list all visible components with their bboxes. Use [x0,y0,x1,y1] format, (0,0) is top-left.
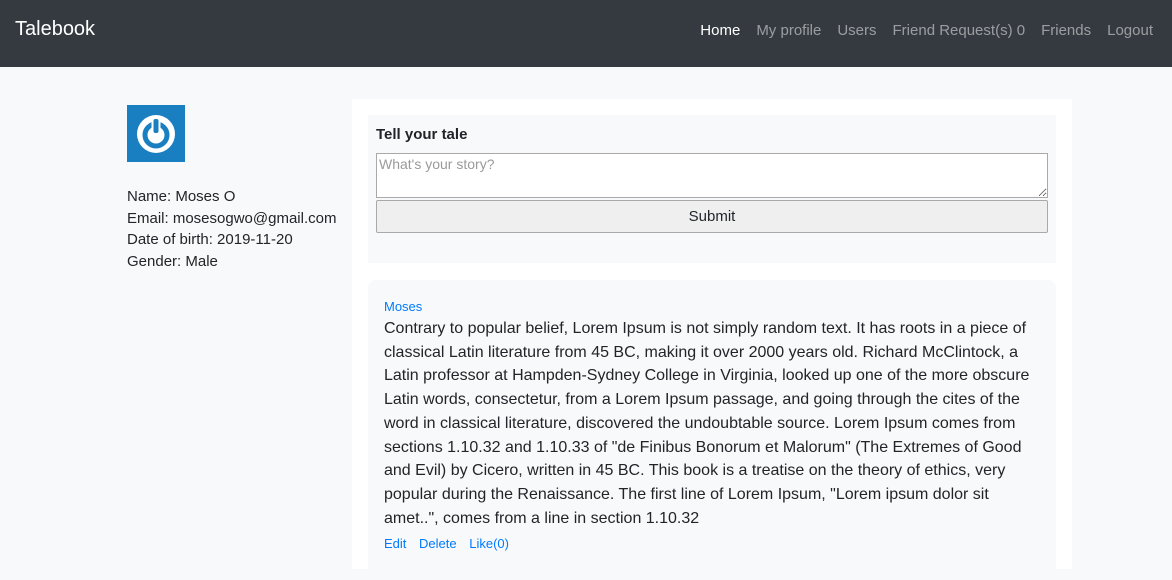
profile-sidebar: Name: Moses O Email: mosesogwo@gmail.com… [127,105,347,272]
brand-logo[interactable]: Talebook [15,18,95,41]
composer-title: Tell your tale [376,126,468,143]
avatar [127,105,185,162]
story-input[interactable] [376,153,1048,198]
nav-users[interactable]: Users [829,22,884,40]
nav-friends[interactable]: Friends [1033,22,1099,40]
profile-name: Name: Moses O [127,188,236,205]
nav-home[interactable]: Home [692,22,748,40]
profile-info: Name: Moses O Email: mosesogwo@gmail.com… [127,186,347,272]
delete-link[interactable]: Delete [419,536,457,551]
power-icon [137,114,175,153]
nav-friend-requests[interactable]: Friend Request(s) 0 [885,22,1034,40]
profile-email: Email: mosesogwo@gmail.com [127,209,337,227]
nav-logout[interactable]: Logout [1099,22,1161,40]
profile-gender: Gender: Male [127,252,218,270]
submit-button[interactable]: Submit [376,200,1048,233]
post-card: Moses Contrary to popular belief, Lorem … [368,280,1056,580]
post-author-link[interactable]: Moses [384,299,422,314]
post-body: Contrary to popular belief, Lorem Ipsum … [384,320,1030,527]
like-link[interactable]: Like(0) [469,536,509,551]
profile-dob: Date of birth: 2019-11-20 [127,231,293,248]
main-nav: Home My profile Users Friend Request(s) … [692,22,1161,40]
edit-link[interactable]: Edit [384,536,406,551]
nav-my-profile[interactable]: My profile [748,22,829,40]
post-actions: Edit Delete Like(0) [384,536,518,551]
navbar: Talebook Home My profile Users Friend Re… [0,0,1172,67]
post-composer: Tell your tale Submit [368,115,1056,263]
main-content: Tell your tale Submit Moses Contrary to … [352,99,1072,580]
